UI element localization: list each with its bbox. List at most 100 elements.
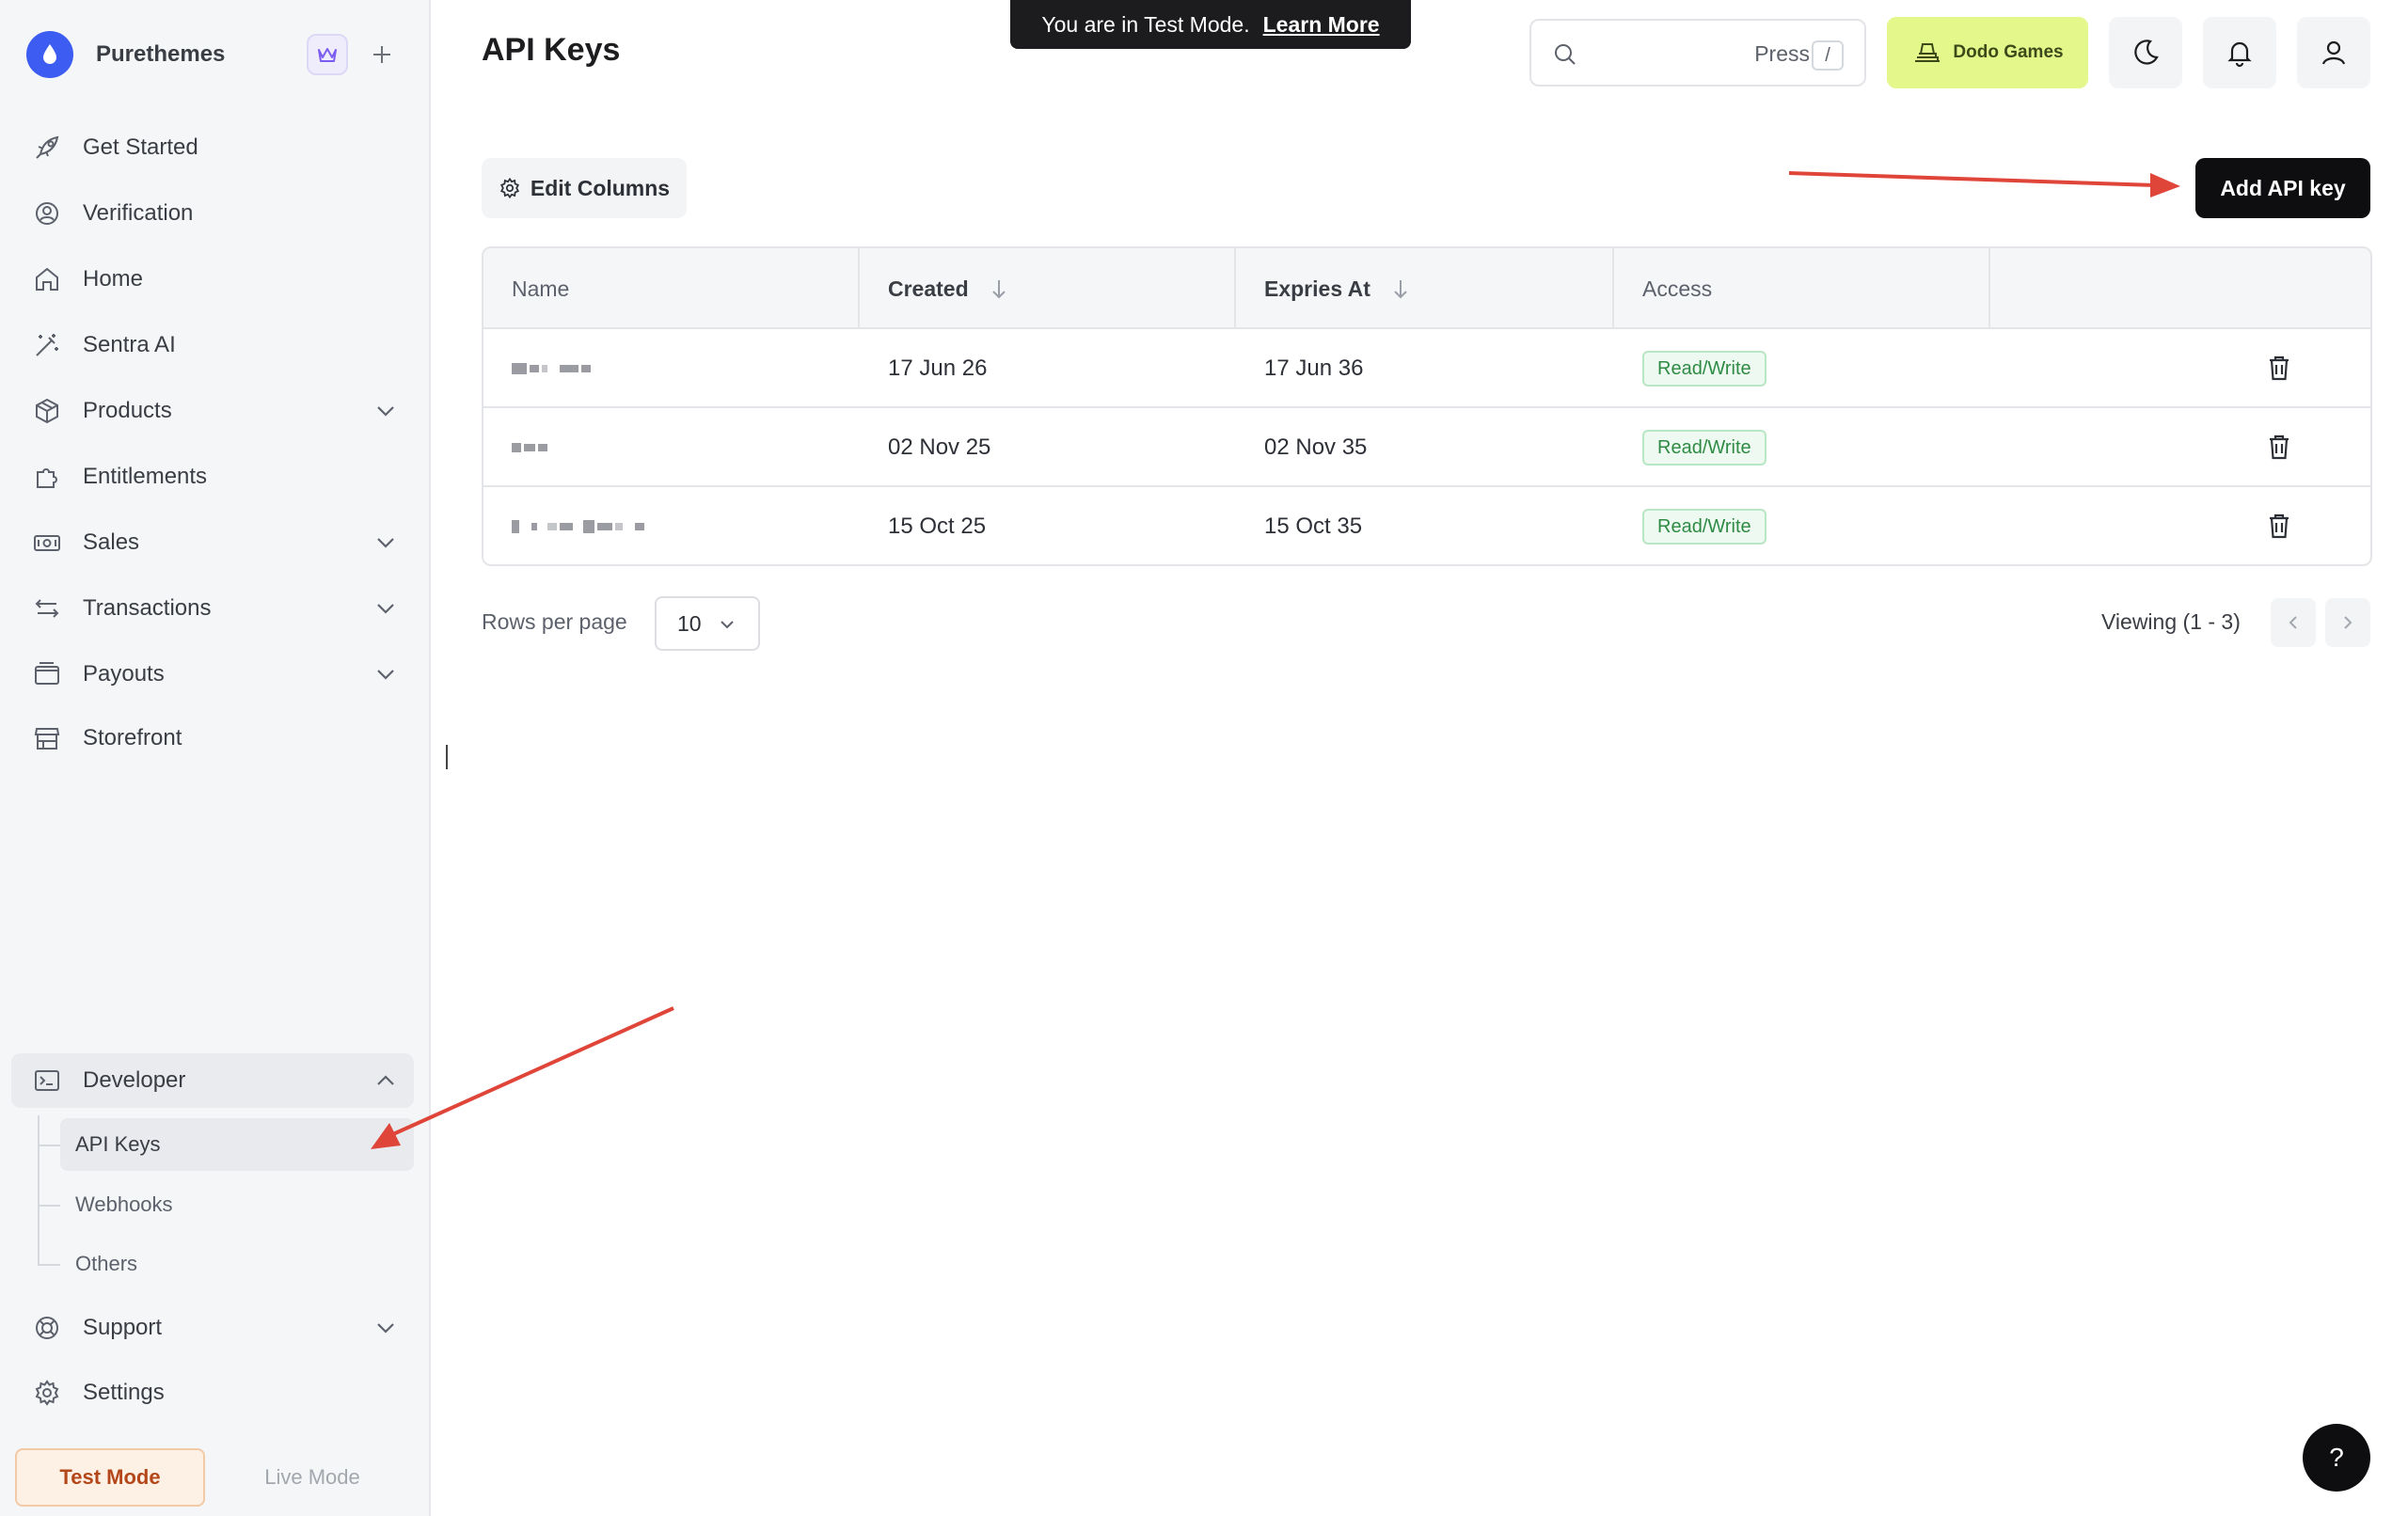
- business-name: Dodo Games: [1953, 42, 2064, 62]
- sidebar-item-label: Products: [83, 398, 172, 423]
- created-date: 02 Nov 25: [888, 434, 991, 460]
- sidebar-item-label: Storefront: [83, 725, 182, 750]
- test-mode-banner-text: You are in Test Mode.: [1041, 11, 1250, 37]
- sidebar-item-products[interactable]: Products: [11, 384, 414, 438]
- trash-icon[interactable]: [2267, 354, 2291, 382]
- sidebar-item-label: Get Started: [83, 134, 198, 160]
- submenu-tick: [40, 1205, 60, 1207]
- trash-icon[interactable]: [2267, 433, 2291, 461]
- sidebar-item-label: Sales: [83, 529, 140, 555]
- search-shortcut-key: /: [1812, 40, 1844, 71]
- sidebar-item-home[interactable]: Home: [11, 252, 414, 307]
- submenu-tick: [40, 1264, 60, 1266]
- mode-switch: Test Mode Live Mode: [15, 1448, 416, 1507]
- column-header-created[interactable]: Created: [860, 248, 1236, 329]
- magic-wand-icon: [30, 328, 64, 362]
- sidebar-item-sales[interactable]: Sales: [11, 515, 414, 570]
- api-keys-table: Name Created Expries At Access 17 Jun 26…: [482, 246, 2372, 566]
- access-cell: Read/Write: [1614, 329, 1766, 408]
- annotation-arrow-add-key: [1788, 171, 2180, 197]
- gear-icon: [499, 177, 519, 199]
- sidebar-item-storefront[interactable]: Storefront: [11, 711, 414, 766]
- column-header-name[interactable]: Name: [483, 248, 860, 329]
- next-page-button[interactable]: [2325, 598, 2370, 647]
- add-api-key-button[interactable]: Add API key: [2195, 158, 2370, 218]
- column-header-expires[interactable]: Expries At: [1236, 248, 1614, 329]
- access-badge: Read/Write: [1642, 351, 1766, 387]
- column-header-label: Created: [888, 276, 969, 301]
- terminal-icon: [30, 1064, 64, 1098]
- sidebar-item-get-started[interactable]: Get Started: [11, 120, 414, 175]
- help-button[interactable]: ?: [2303, 1424, 2370, 1492]
- text-cursor: [446, 745, 448, 769]
- business-switcher[interactable]: Dodo Games: [1887, 17, 2088, 88]
- key-name-redacted: [483, 329, 591, 408]
- sidebar-item-developer[interactable]: Developer: [11, 1053, 414, 1108]
- rows-per-page-select[interactable]: 10: [655, 596, 760, 651]
- table-row[interactable]: 17 Jun 26 17 Jun 36 Read/Write: [483, 329, 2370, 408]
- trash-icon[interactable]: [2267, 512, 2291, 540]
- learn-more-link[interactable]: Learn More: [1263, 12, 1380, 38]
- sidebar-item-sentra-ai[interactable]: Sentra AI: [11, 318, 414, 372]
- live-mode-button[interactable]: Live Mode: [209, 1448, 416, 1507]
- search-icon: [1555, 44, 1576, 65]
- sidebar-item-settings[interactable]: Settings: [11, 1366, 414, 1420]
- theme-toggle-button[interactable]: [2109, 17, 2182, 88]
- chevron-down-icon: [377, 670, 394, 680]
- brand-switcher[interactable]: Purethemes: [26, 28, 412, 81]
- table-row[interactable]: 02 Nov 25 02 Nov 35 Read/Write: [483, 408, 2370, 487]
- sidebar-subitem-api-keys[interactable]: API Keys: [60, 1118, 414, 1171]
- sidebar-item-payouts[interactable]: Payouts: [11, 647, 414, 702]
- brand-name: Purethemes: [96, 41, 226, 67]
- chevron-down-icon: [377, 1323, 394, 1334]
- arrows-icon: [30, 592, 64, 625]
- gear-icon: [30, 1376, 64, 1410]
- sidebar-item-label: Support: [83, 1315, 163, 1340]
- puzzle-icon: [30, 460, 64, 494]
- edit-columns-button[interactable]: Edit Columns: [482, 158, 687, 218]
- search-input[interactable]: Press /: [1529, 19, 1866, 87]
- profile-button[interactable]: [2297, 17, 2370, 88]
- cash-icon: [30, 526, 64, 560]
- access-cell: Read/Write: [1614, 487, 1766, 564]
- expires-date: 17 Jun 36: [1264, 355, 1364, 381]
- business-logo-icon: [1915, 43, 1941, 62]
- table-row[interactable]: 15 Oct 25 15 Oct 35 Read/Write: [483, 487, 2370, 564]
- sidebar-subitem-others[interactable]: Others: [60, 1238, 414, 1290]
- previous-page-button[interactable]: [2271, 598, 2316, 647]
- test-mode-button[interactable]: Test Mode: [15, 1448, 205, 1507]
- rocket-icon: [30, 131, 64, 165]
- created-date: 17 Jun 26: [888, 355, 988, 381]
- sidebar-subitem-webhooks[interactable]: Webhooks: [60, 1178, 414, 1231]
- sidebar-item-support[interactable]: Support: [11, 1301, 414, 1355]
- sidebar: Purethemes Get Started Verification Home…: [0, 0, 431, 1516]
- chevron-down-icon: [721, 621, 734, 629]
- sort-arrow-down-icon[interactable]: [1391, 277, 1410, 300]
- chevron-up-icon: [377, 1075, 394, 1085]
- user-icon: [2321, 40, 2346, 65]
- column-header-access[interactable]: Access: [1614, 248, 1990, 329]
- viewing-range: Viewing (1 - 3): [2101, 609, 2241, 634]
- moon-icon: [2134, 39, 2159, 65]
- sidebar-item-label: Sentra AI: [83, 332, 176, 357]
- add-icon[interactable]: [361, 34, 403, 75]
- sidebar-item-entitlements[interactable]: Entitlements: [11, 450, 414, 504]
- sidebar-item-verification[interactable]: Verification: [11, 186, 414, 241]
- sidebar-subitem-label: API Keys: [75, 1132, 161, 1156]
- table-header: Name Created Expries At Access: [483, 248, 2370, 329]
- chevron-down-icon: [377, 538, 394, 548]
- key-name-redacted: [483, 408, 547, 487]
- notifications-button[interactable]: [2203, 17, 2276, 88]
- chevron-right-icon: [2344, 616, 2353, 629]
- chevron-down-icon: [377, 406, 394, 417]
- store-icon: [30, 721, 64, 755]
- box-icon: [30, 394, 64, 428]
- crown-icon[interactable]: [307, 34, 348, 75]
- access-badge: Read/Write: [1642, 430, 1766, 466]
- sort-arrow-down-icon[interactable]: [990, 277, 1008, 300]
- edit-columns-label: Edit Columns: [530, 175, 671, 200]
- access-cell: Read/Write: [1614, 408, 1766, 487]
- sidebar-item-transactions[interactable]: Transactions: [11, 581, 414, 636]
- expires-date: 15 Oct 35: [1264, 513, 1363, 539]
- chevron-left-icon: [2289, 616, 2297, 629]
